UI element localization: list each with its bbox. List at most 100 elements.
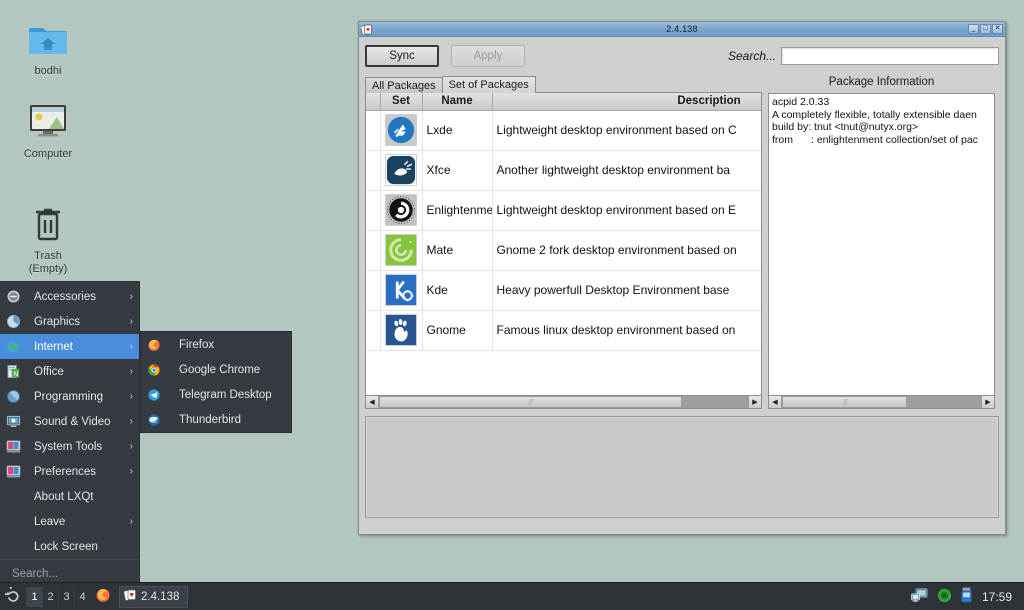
maximize-button[interactable]: □ xyxy=(980,24,991,34)
tab-set-of-packages[interactable]: Set of Packages xyxy=(441,76,536,93)
log-output-panel[interactable] xyxy=(365,416,999,518)
close-button[interactable]: ✕ xyxy=(992,24,1003,34)
chevron-right-icon: › xyxy=(129,516,133,527)
workspace-4[interactable]: 4 xyxy=(74,586,90,607)
menu-item-programming[interactable]: Programming › xyxy=(0,384,139,409)
apply-button[interactable]: Apply xyxy=(451,45,525,67)
menu-item-leave[interactable]: Leave › xyxy=(0,509,139,534)
usb-drive-icon[interactable] xyxy=(961,587,972,606)
submenu-item-label: Google Chrome xyxy=(179,363,261,376)
cards-package-manager-window[interactable]: 2.4.138 _ □ ✕ Sync Apply Search... All P… xyxy=(358,21,1006,535)
scroll-thumb[interactable]: /// xyxy=(782,396,908,408)
window-titlebar[interactable]: 2.4.138 _ □ ✕ xyxy=(359,22,1005,37)
package-info-line: acpid 2.0.33 xyxy=(772,96,830,108)
network-monitor-icon[interactable] xyxy=(911,588,928,606)
row-checkbox[interactable] xyxy=(366,270,381,311)
sync-button[interactable]: Sync xyxy=(365,45,439,67)
scroll-thumb[interactable]: /// xyxy=(379,396,682,408)
menu-item-office[interactable]: N Office › xyxy=(0,359,139,384)
row-description: Another lightweight desktop environment … xyxy=(492,150,761,191)
th-check[interactable] xyxy=(366,93,381,111)
table-hscrollbar[interactable]: ◀ /// ▶ xyxy=(365,396,762,409)
window-controls[interactable]: _ □ ✕ xyxy=(968,24,1003,34)
firefox-icon[interactable] xyxy=(95,587,111,606)
table-row[interactable]: Kde Heavy powerfull Desktop Environment … xyxy=(366,270,761,311)
table-row[interactable]: Gnome Famous linux desktop environment b… xyxy=(366,310,761,351)
table-row[interactable]: Lxde Lightweight desktop environment bas… xyxy=(366,110,761,151)
menu-item-sound-video[interactable]: Sound & Video › xyxy=(0,409,139,434)
workspace-1[interactable]: 1 xyxy=(26,586,42,607)
th-name[interactable]: Name xyxy=(422,93,493,111)
submenu-item-telegram-desktop[interactable]: Telegram Desktop xyxy=(141,382,291,407)
firefox-icon xyxy=(147,337,169,353)
row-name: Lxde xyxy=(422,110,493,151)
computer-icon xyxy=(4,101,92,145)
package-table-container[interactable]: Set Name Description Lxde Lightweight de… xyxy=(365,93,762,396)
row-name: Mate xyxy=(422,230,493,271)
row-name: Enlightenment xyxy=(422,190,493,231)
menu-item-internet[interactable]: Internet › xyxy=(0,334,139,359)
window-body: Sync Apply Search... All Packages Set of… xyxy=(359,37,1005,534)
table-row[interactable]: Xfce Another lightweight desktop environ… xyxy=(366,150,761,191)
row-checkbox[interactable] xyxy=(366,110,381,151)
th-set[interactable]: Set xyxy=(380,93,423,111)
table-row[interactable]: Mate Gnome 2 fork desktop environment ba… xyxy=(366,230,761,271)
accessories-icon xyxy=(6,289,28,305)
table-row[interactable]: ····· ····· Enlightenment Lightweight des… xyxy=(366,190,761,231)
tab-all-packages[interactable]: All Packages xyxy=(365,77,443,93)
th-description[interactable]: Description xyxy=(492,93,761,111)
row-checkbox[interactable] xyxy=(366,230,381,271)
desktop-icon-computer[interactable]: Computer xyxy=(4,101,92,161)
scroll-right-arrow[interactable]: ▶ xyxy=(748,396,761,408)
submenu-item-thunderbird[interactable]: Thunderbird xyxy=(141,407,291,432)
task-button[interactable]: 2.4.138 xyxy=(119,585,189,608)
no-icon xyxy=(6,539,28,555)
workspace-pager[interactable]: 1234 xyxy=(26,586,90,608)
clock[interactable]: 17:59 xyxy=(982,590,1024,604)
chrome-icon xyxy=(147,362,169,378)
workspace-2[interactable]: 2 xyxy=(42,586,58,607)
row-checkbox[interactable] xyxy=(366,150,381,191)
menu-item-list: Accessories › Graphics › Internet › N Office › Pr… xyxy=(0,284,139,559)
menu-item-graphics[interactable]: Graphics › xyxy=(0,309,139,334)
package-information-text[interactable]: acpid 2.0.33 A completely flexible, total… xyxy=(768,93,995,396)
row-set-icon xyxy=(380,310,423,351)
system-tray[interactable] xyxy=(911,587,982,606)
green-orb-icon[interactable] xyxy=(937,588,952,606)
menu-item-label: Leave xyxy=(34,515,66,528)
menu-item-lock-screen[interactable]: Lock Screen xyxy=(0,534,139,559)
scroll-right-arrow[interactable]: ▶ xyxy=(981,396,994,408)
row-checkbox[interactable] xyxy=(366,190,381,231)
sound-video-icon xyxy=(6,414,28,430)
menu-item-system-tools[interactable]: System Tools › xyxy=(0,434,139,459)
row-description: Gnome 2 fork desktop environment based o… xyxy=(492,230,761,271)
menu-button[interactable] xyxy=(0,583,26,610)
desktop-icon-home[interactable]: bodhi xyxy=(4,18,92,78)
menu-item-accessories[interactable]: Accessories › xyxy=(0,284,139,309)
desktop-icon-trash[interactable]: Trash (Empty) xyxy=(4,203,92,276)
chevron-right-icon: › xyxy=(129,341,133,352)
toolbar: Sync Apply Search... xyxy=(365,44,999,68)
scroll-left-arrow[interactable]: ◀ xyxy=(366,396,379,408)
minimize-button[interactable]: _ xyxy=(968,24,979,34)
workspace-3[interactable]: 3 xyxy=(58,586,74,607)
quicklaunch-area[interactable] xyxy=(90,587,116,606)
internet-icon xyxy=(6,339,28,355)
package-information-title: Package Information xyxy=(828,76,935,88)
info-hscrollbar[interactable]: ◀ /// ▶ xyxy=(768,396,995,409)
scroll-track[interactable]: /// xyxy=(782,396,981,408)
menu-item-preferences[interactable]: Preferences › xyxy=(0,459,139,484)
taskbar[interactable]: 1234 2.4.138 17:59 xyxy=(0,582,1024,610)
scroll-left-arrow[interactable]: ◀ xyxy=(769,396,782,408)
search-input[interactable] xyxy=(781,47,999,65)
menu-item-about-lxqt[interactable]: About LXQt xyxy=(0,484,139,509)
row-set-icon xyxy=(380,110,423,151)
window-task-list[interactable]: 2.4.138 xyxy=(116,585,911,608)
internet-submenu[interactable]: Firefox Google Chrome Telegram Desktop Thun… xyxy=(140,331,292,433)
submenu-item-google-chrome[interactable]: Google Chrome xyxy=(141,357,291,382)
tab-bar[interactable]: All Packages Set of Packages xyxy=(365,76,762,93)
row-checkbox[interactable] xyxy=(366,310,381,351)
scroll-track[interactable]: /// xyxy=(379,396,748,408)
submenu-item-firefox[interactable]: Firefox xyxy=(141,332,291,357)
application-menu[interactable]: Accessories › Graphics › Internet › N Office › Pr… xyxy=(0,281,140,588)
